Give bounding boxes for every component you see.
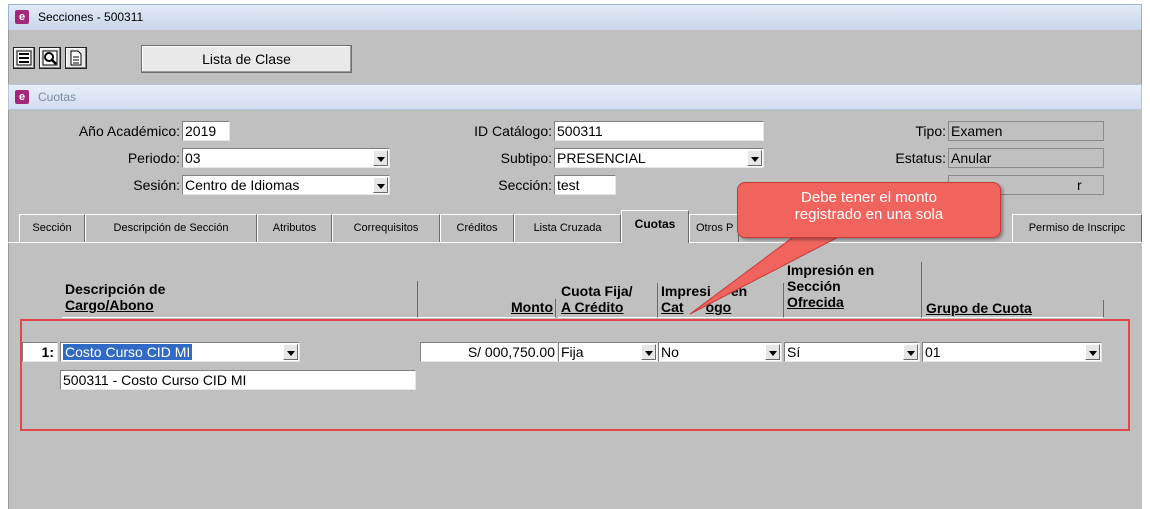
annotation-callout: Debe tener el monto registrado en una so… — [737, 182, 1001, 238]
callout-line-2: registrado en una sola — [794, 206, 944, 223]
callout-pointer — [689, 231, 849, 315]
callout-line-1: Debe tener el monto — [801, 189, 937, 206]
